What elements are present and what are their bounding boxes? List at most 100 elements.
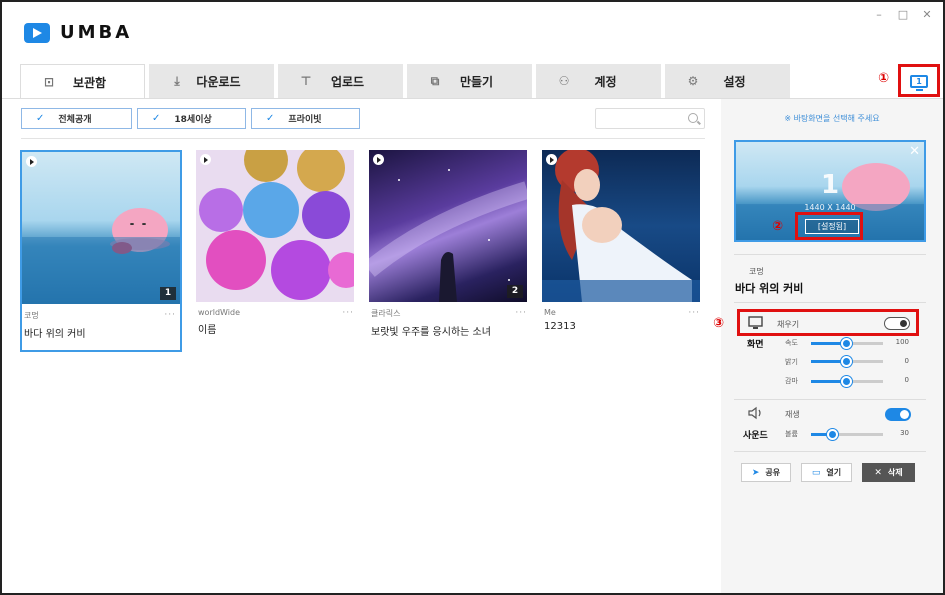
fill-toggle[interactable]: [884, 317, 910, 330]
wallpaper-thumbnail: [196, 150, 354, 302]
minimize-button[interactable]: –: [870, 8, 888, 22]
tab-settings[interactable]: ⚙ 설정: [665, 64, 790, 99]
highlight-box-2: [795, 212, 863, 240]
detail-title: 바다 위의 커비: [735, 282, 804, 295]
tab-label: 업로드: [330, 75, 365, 89]
filter-bar: ✓ 전체공개 ✓ 18세이상 ✓ 프라이빗: [21, 108, 365, 129]
open-button[interactable]: ▭ 열기: [801, 463, 852, 482]
wallpaper-thumbnail: [542, 150, 700, 302]
app-logo: UMBA: [24, 22, 132, 43]
share-button[interactable]: ➤ 공유: [741, 463, 791, 482]
sound-section-label: 사운드: [743, 431, 768, 441]
filter-label: 프라이빗: [288, 115, 322, 125]
more-options-icon[interactable]: ···: [164, 310, 176, 320]
detail-author: 코멍: [749, 267, 764, 276]
divider: [734, 254, 926, 255]
tab-upload[interactable]: ⊤ 업로드: [278, 64, 403, 99]
folder-icon: ▭: [811, 467, 821, 478]
more-options-icon[interactable]: ···: [342, 308, 354, 318]
more-options-icon[interactable]: ···: [515, 308, 527, 318]
delete-button[interactable]: ✕ 삭제: [862, 463, 915, 482]
slider-label: 감마: [785, 377, 798, 385]
play-toggle[interactable]: [885, 408, 911, 421]
filter-label: 전체공개: [58, 115, 92, 125]
title-bar: UMBA – □ ✕: [2, 2, 943, 64]
filter-adult[interactable]: ✓ 18세이상: [137, 108, 246, 129]
annotation-marker-3: ③: [713, 316, 725, 331]
fill-label: 채우기: [777, 320, 800, 329]
delete-label: 삭제: [887, 468, 903, 477]
account-icon: ⚇: [558, 74, 570, 88]
umba-logo-icon: [24, 22, 50, 43]
speed-slider[interactable]: [811, 338, 883, 349]
tab-account[interactable]: ⚇ 계정: [536, 64, 661, 99]
balloons-illustration: [199, 150, 354, 300]
card-title: 12313: [544, 321, 576, 332]
download-icon: ⤓: [174, 74, 180, 88]
card-title: 바다 위의 커비: [24, 329, 86, 340]
slider-value: 0: [904, 376, 909, 384]
wallpaper-card[interactable]: 1 코멍 ··· 바다 위의 커비: [20, 150, 182, 352]
detail-panel: ※ 바탕화면을 선택해 주세요 ✕ 1 1440 X 1440 [설정됨] ② …: [713, 99, 943, 593]
volume-slider[interactable]: [811, 429, 883, 440]
tab-create[interactable]: ⧉ 만들기: [407, 64, 532, 99]
card-title: 이름: [198, 325, 217, 336]
search-input[interactable]: [600, 109, 688, 128]
slider-value: 100: [895, 338, 909, 346]
wallpaper-thumbnail: 2: [369, 150, 527, 302]
filter-public[interactable]: ✓ 전체공개: [21, 108, 132, 129]
wallpaper-card[interactable]: worldWide ··· 이름: [196, 150, 358, 336]
monitor-icon: [748, 316, 763, 329]
card-author: 클라릭스: [371, 309, 401, 318]
kirby-illustration: [22, 208, 180, 304]
girl-by-water-illustration: [542, 150, 700, 302]
galaxy-girl-illustration: [369, 169, 527, 302]
highlight-box-1: [898, 64, 940, 97]
tab-label: 계정: [594, 75, 617, 89]
monitor-resolution: 1440 X 1440: [804, 203, 856, 212]
create-icon: ⧉: [430, 74, 440, 88]
tab-label: 만들기: [459, 75, 494, 89]
play-icon: [546, 154, 557, 165]
tab-label: 보관함: [72, 75, 107, 90]
filter-divider: [21, 138, 705, 139]
close-icon[interactable]: ✕: [909, 144, 920, 159]
brightness-slider[interactable]: [811, 356, 883, 367]
wallpaper-card[interactable]: Me ··· 12313: [542, 150, 704, 332]
search-icon[interactable]: [688, 113, 698, 123]
wallpaper-thumbnail: 1: [22, 152, 180, 304]
upload-icon: ⊤: [300, 74, 312, 88]
divider: [734, 399, 926, 400]
library-icon: ⊡: [43, 75, 55, 89]
filter-label: 18세이상: [174, 115, 212, 125]
screen-section-label: 화면: [747, 340, 764, 350]
gamma-slider[interactable]: [811, 376, 883, 387]
close-button[interactable]: ✕: [918, 8, 936, 22]
tab-label: 설정: [723, 75, 746, 89]
tab-library[interactable]: ⊡ 보관함: [20, 64, 145, 99]
card-author: worldWide: [198, 308, 240, 317]
tab-download[interactable]: ⤓ 다운로드: [149, 64, 274, 99]
monitor-badge: 2: [507, 285, 523, 298]
card-author: 코멍: [24, 311, 39, 320]
settings-icon: ⚙: [687, 74, 699, 88]
annotation-marker-1: ①: [878, 71, 890, 86]
play-icon: [26, 156, 37, 167]
select-wallpaper-hint: ※ 바탕화면을 선택해 주세요: [784, 114, 880, 123]
slider-knob[interactable]: [841, 356, 852, 367]
maximize-button[interactable]: □: [894, 8, 912, 22]
check-icon: ✓: [36, 113, 45, 124]
filter-private[interactable]: ✓ 프라이빗: [251, 108, 360, 129]
search-box: [595, 108, 705, 129]
slider-knob[interactable]: [841, 376, 852, 387]
play-icon: [373, 154, 384, 165]
monitor-badge: 1: [160, 287, 176, 300]
tab-label: 다운로드: [196, 75, 241, 89]
wallpaper-card[interactable]: 2 클라릭스 ··· 보랏빛 우주를 응시하는 소녀: [369, 150, 531, 338]
play-icon: [200, 154, 211, 165]
slider-knob[interactable]: [841, 338, 852, 349]
slider-knob[interactable]: [826, 429, 838, 440]
speaker-icon: [748, 406, 761, 420]
more-options-icon[interactable]: ···: [688, 308, 700, 318]
app-window: UMBA – □ ✕ ⊡ 보관함 ⤓ 다운로드 ⊤ 업로드 ⧉ 만들기 ⚇ 계정…: [0, 0, 945, 595]
